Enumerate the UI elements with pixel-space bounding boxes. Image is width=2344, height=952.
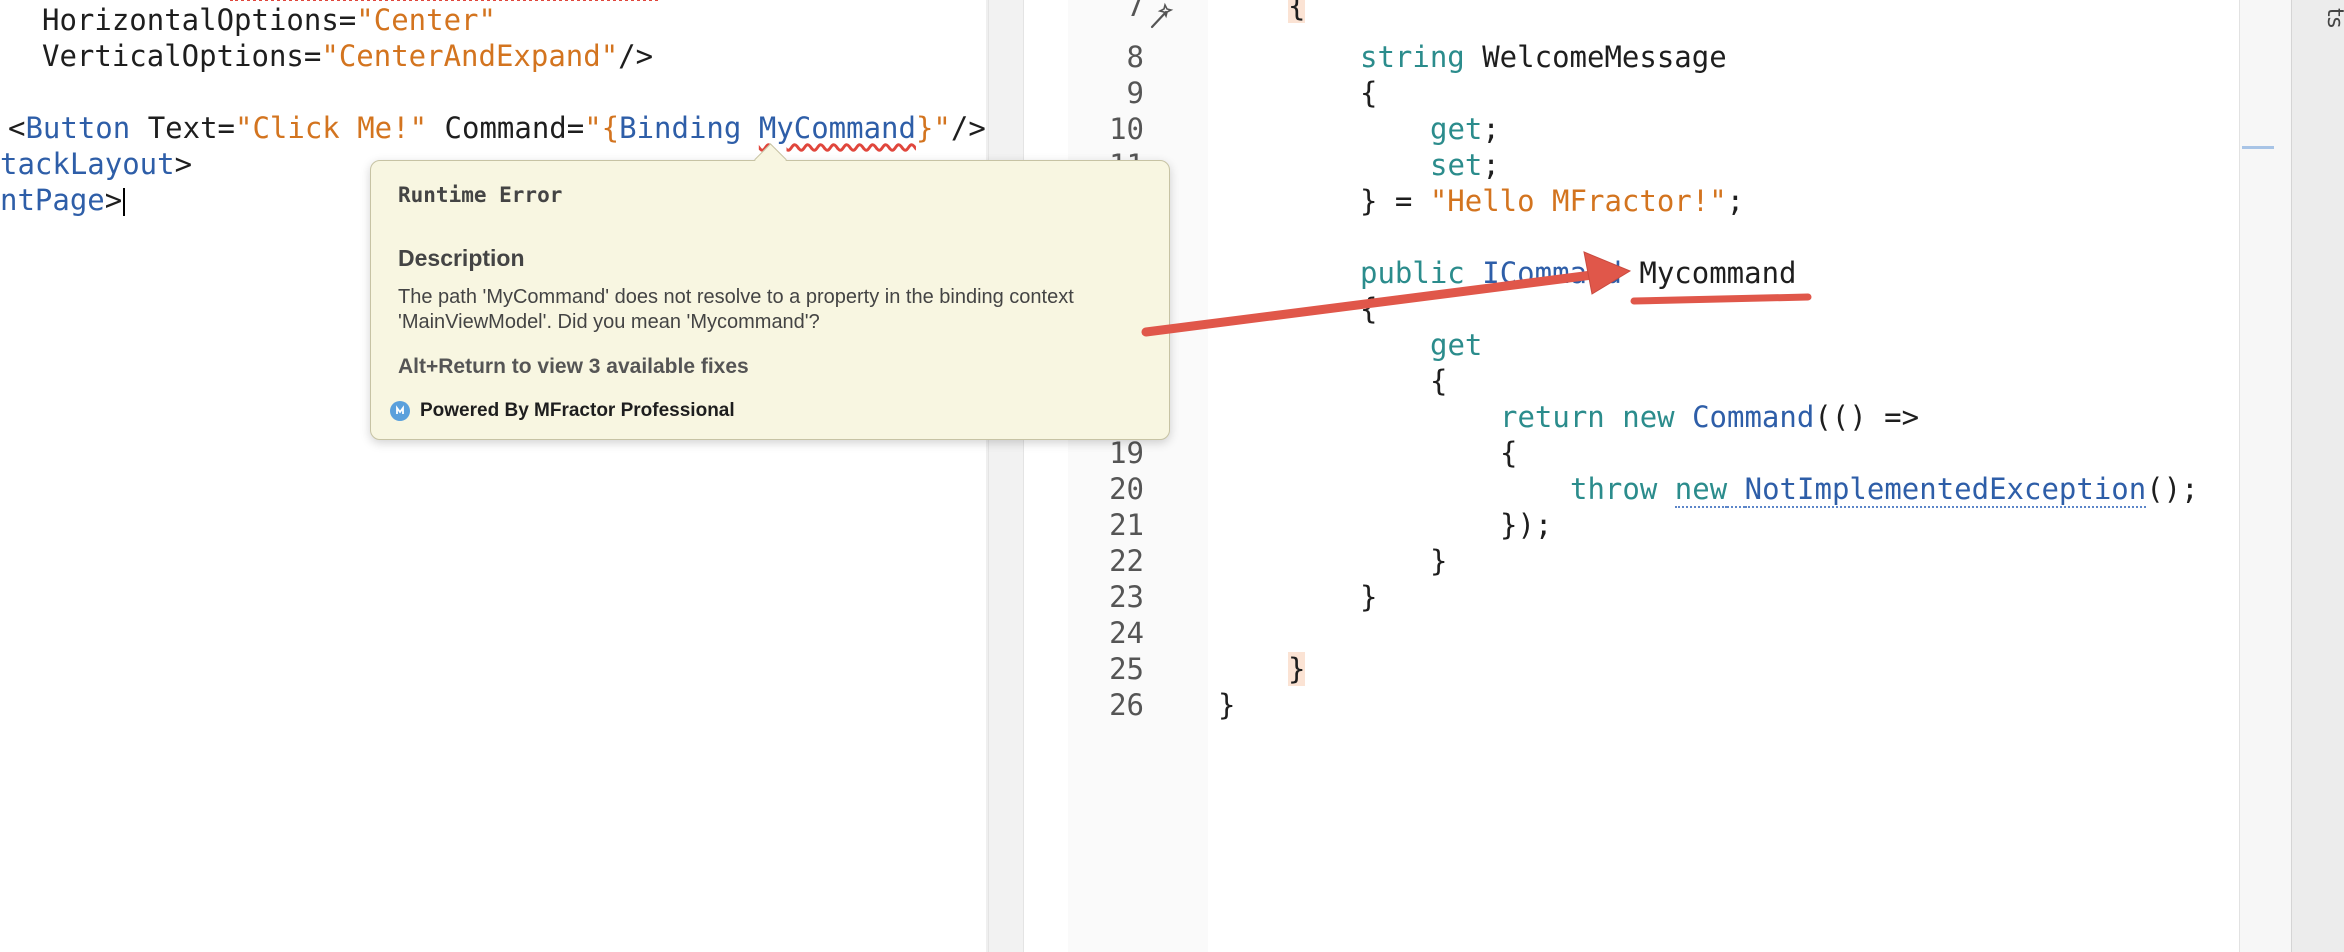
annotation-arrow [1141, 251, 1812, 337]
